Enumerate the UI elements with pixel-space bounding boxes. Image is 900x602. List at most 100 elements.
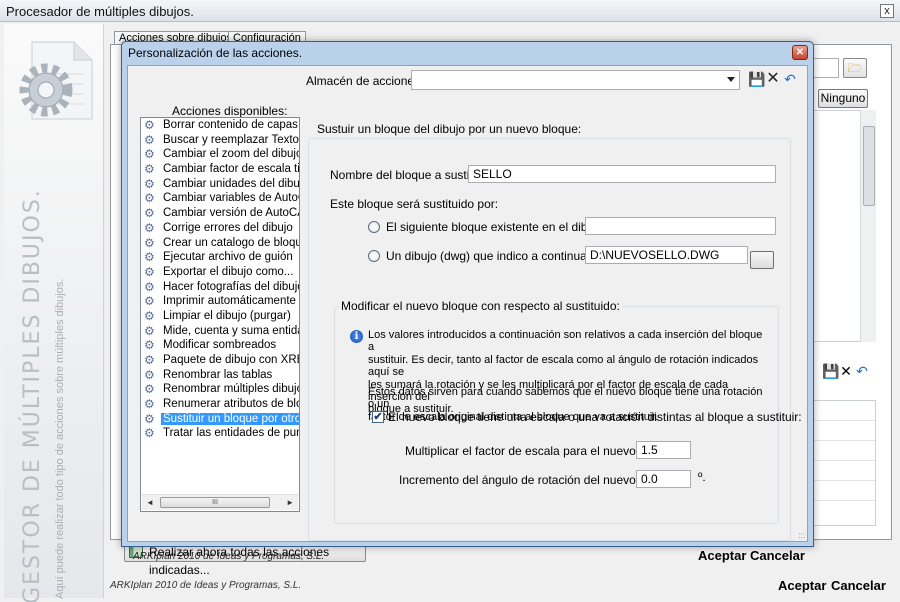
gear-icon: ⚙ <box>144 411 155 426</box>
list-item[interactable]: ⚙Mide, cuenta y suma entidades <box>141 324 299 339</box>
list-item[interactable]: ⚙ Renombrar las tablas <box>141 368 299 383</box>
nombre-bloque-input[interactable]: SELLO <box>468 165 776 183</box>
gear-icon: ⚙ <box>144 338 155 353</box>
table-row[interactable] <box>813 461 875 481</box>
table-row[interactable] <box>813 441 875 461</box>
outer-close-button[interactable]: x <box>880 4 894 18</box>
gear-icon: ⚙ <box>144 132 155 147</box>
gear-icon: ⚙ <box>144 118 155 132</box>
list-item[interactable]: ⚙ Buscar y reemplazar Textos <box>141 133 299 148</box>
outer-scroll-thumb[interactable] <box>863 126 875 206</box>
dialog-accept-button[interactable]: Aceptar <box>698 548 746 563</box>
radio-dibujo-dwg[interactable] <box>368 250 380 262</box>
radio-bloque-existente[interactable] <box>368 221 380 233</box>
list-item[interactable]: ⚙ Tratar las entidades de punto <box>141 426 299 441</box>
gear-icon: ⚙ <box>144 426 155 441</box>
dialog-title-bar: Personalización de las acciones. ✕ <box>122 42 813 64</box>
dialog-body: Almacén de acciones: 💾 ✕ ↶ Acciones disp… <box>127 65 808 563</box>
ninguno-button[interactable]: Ninguno <box>818 89 868 108</box>
actions-list[interactable]: ⚙ Borrar contenido de capas ⚙ Buscar y reem… <box>140 117 300 512</box>
radio-dibujo-dwg-label[interactable]: Un dibujo (dwg) que indico a continuació… <box>386 249 612 263</box>
acciones-disponibles-label: Acciones disponibles: <box>172 104 288 118</box>
angulo-input[interactable]: 0.0 <box>636 470 691 488</box>
sustituir-group-title: Sustuir un bloque del dibujo por un nuev… <box>315 122 584 136</box>
scroll-right-icon[interactable]: ► <box>286 496 294 510</box>
list-item[interactable]: ⚙ Renombrar múltiples dibujos <box>141 382 299 397</box>
info-icon: i <box>350 330 363 343</box>
outer-title-bar: Procesador de múltiples dibujos. x <box>0 0 900 22</box>
list-item[interactable]: ⚙ Sustituir un bloque por otro <box>141 412 299 427</box>
list-item[interactable]: ⚙ Ejecutar archivo de guión <box>141 250 299 265</box>
list-item[interactable]: ⚙ Hacer fotografías del dibujo <box>141 280 299 295</box>
save-icon[interactable]: 💾 <box>748 71 765 87</box>
escala-input[interactable]: 1.5 <box>636 441 691 459</box>
banner-title: GESTOR DE MÚLTIPLES DIBUJOS. <box>20 188 45 602</box>
list-item[interactable]: ⚙ Cambiar versión de AutoCAD <box>141 206 299 221</box>
gear-icon: ⚙ <box>144 397 155 412</box>
gear-icon: ⚙ <box>144 191 155 206</box>
radio-bloque-existente-label[interactable]: El siguiente bloque existente en el dibu… <box>386 220 607 234</box>
list-item[interactable]: ⚙ Limpiar el dibujo (purgar) <box>141 309 299 324</box>
modificar-group-title: Modificar el nuevo bloque con respecto a… <box>339 299 622 313</box>
list-item[interactable]: ⚙Cambiar factor de escala tipolír <box>141 162 299 177</box>
table-row[interactable] <box>813 481 875 501</box>
folder-browse-button[interactable]: 🗁 <box>843 58 867 78</box>
resize-grip[interactable]: ::: <box>798 532 805 540</box>
gear-icon: ⚙ <box>144 353 155 367</box>
dibujo-dwg-input[interactable]: D:\NUEVOSELLO.DWG <box>585 246 748 264</box>
list-item[interactable]: ⚙ Exportar el dibujo como... <box>141 265 299 280</box>
gear-icon: ⚙ <box>144 308 155 323</box>
gear-icon: ⚙ <box>144 294 155 309</box>
undo-icon[interactable]: ↶ <box>782 71 798 87</box>
outer-toolbar: 💾✕ ↶ <box>822 362 882 380</box>
list-item[interactable]: ⚙ Paquete de dibujo con XREF <box>141 353 299 368</box>
bloque-existente-input[interactable] <box>585 217 776 235</box>
list-item[interactable]: ⚙ Imprimir automáticamente <box>141 294 299 309</box>
list-item[interactable]: ⚙Cambiar variables de AutoCAD <box>141 191 299 206</box>
gear-icon: ⚙ <box>144 264 155 279</box>
gear-icon <box>19 41 93 120</box>
table-row[interactable] <box>813 401 875 421</box>
chevron-down-icon[interactable] <box>727 77 735 82</box>
outer-accept-button[interactable]: Aceptar <box>778 578 826 593</box>
banner-subtitle: Aquí puede realizar todo tipo de accione… <box>54 278 66 599</box>
gear-icon: ⚙ <box>144 147 155 162</box>
escala-rotacion-checkbox[interactable]: ✔ <box>372 411 384 423</box>
outer-actions-grid[interactable] <box>812 400 876 526</box>
list-item[interactable]: ⚙ Cambiar unidades del dibujo <box>141 177 299 192</box>
almacen-select[interactable] <box>411 70 740 90</box>
undo-icon[interactable]: ↶ <box>854 362 870 380</box>
outer-folder-input[interactable] <box>812 58 839 78</box>
list-item[interactable]: ⚙ Modificar sombreados <box>141 338 299 353</box>
actions-list-hscrollbar[interactable]: ◄ III ► <box>142 494 298 510</box>
sustituido-label: Este bloque será sustituido por: <box>330 197 499 211</box>
gear-icon: ⚙ <box>144 367 155 382</box>
hscroll-thumb[interactable]: III <box>160 497 270 508</box>
outer-cancel-button[interactable]: Cancelar <box>831 578 886 593</box>
nombre-bloque-label: Nombre del bloque a sustituir: <box>330 168 490 182</box>
dialog-close-button[interactable]: ✕ <box>792 45 808 60</box>
outer-list-scrollbar[interactable] <box>860 110 876 342</box>
save-icon[interactable]: 💾 <box>822 362 839 380</box>
table-row[interactable] <box>813 421 875 441</box>
almacen-label: Almacén de acciones: <box>306 74 424 88</box>
gear-icon: ⚙ <box>144 220 155 235</box>
browse-dwg-button[interactable] <box>750 251 774 269</box>
scroll-left-icon[interactable]: ◄ <box>146 496 154 510</box>
gear-icon: ⚙ <box>144 323 155 338</box>
dialog-copyright: ARKIplan 2010 de Ideas y Programas, S.L. <box>133 551 325 562</box>
outer-copyright: ARKIplan 2010 de Ideas y Programas, S.L. <box>110 580 302 591</box>
delete-icon[interactable]: ✕ <box>765 71 781 87</box>
list-item[interactable]: ⚙Renumerar atributos de bloque <box>141 397 299 412</box>
delete-icon[interactable]: ✕ <box>838 362 854 380</box>
list-item[interactable]: ⚙ Borrar contenido de capas <box>141 118 299 133</box>
list-item[interactable]: ⚙ Crear un catalogo de bloques <box>141 236 299 251</box>
gear-icon: ⚙ <box>144 279 155 294</box>
dialog-cancel-button[interactable]: Cancelar <box>750 548 805 563</box>
list-item[interactable]: ⚙ Corrige errores del dibujo <box>141 221 299 236</box>
list-item[interactable]: ⚙ Cambiar el zoom del dibujo <box>141 147 299 162</box>
personalizacion-dialog: Personalización de las acciones. ✕ Almac… <box>121 41 814 563</box>
gear-icon: ⚙ <box>144 206 155 221</box>
escala-rotacion-checkbox-label[interactable]: El nuevo bloque tiene una escala o una r… <box>388 410 802 424</box>
dialog-title: Personalización de las acciones. <box>128 46 303 60</box>
